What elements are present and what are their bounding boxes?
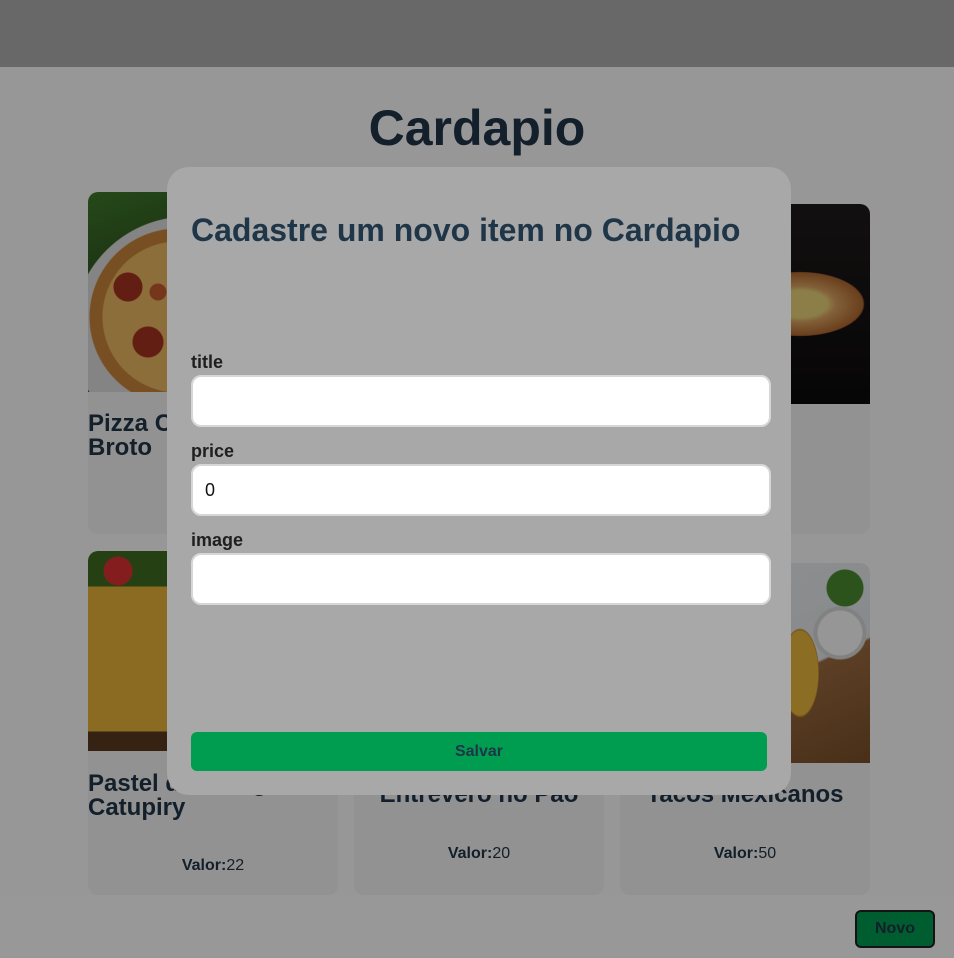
price-field-label: price [191, 441, 235, 461]
title-field-label: title [191, 352, 224, 372]
new-item-modal: Cadastre um novo item no Cardapio title … [167, 167, 791, 795]
image-input[interactable] [191, 553, 771, 605]
save-button[interactable]: Salvar [191, 732, 767, 771]
image-field-label: image [191, 530, 244, 550]
price-input[interactable] [191, 464, 771, 516]
title-input[interactable] [191, 375, 771, 427]
modal-title: Cadastre um novo item no Cardapio [191, 212, 741, 248]
